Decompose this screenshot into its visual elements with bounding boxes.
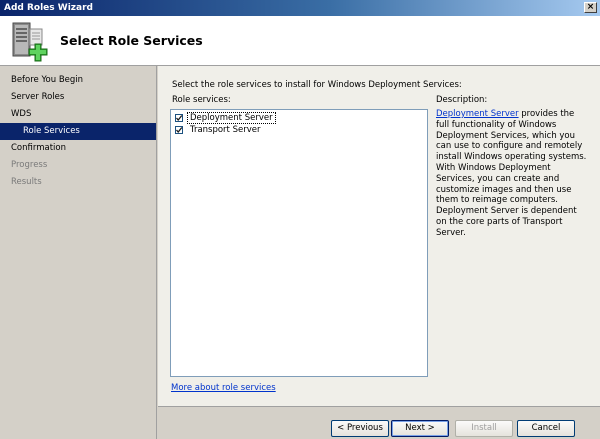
previous-button[interactable]: < Previous: [331, 420, 389, 437]
main-content: Select the role services to install for …: [158, 66, 600, 406]
description-body: provides the full functionality of Windo…: [436, 109, 587, 238]
list-item-deployment-server[interactable]: Deployment Server: [171, 112, 427, 124]
install-button: Install: [455, 420, 513, 437]
wizard-steps-nav: Before You Begin Server Roles WDS Role S…: [0, 66, 157, 439]
nav-item-results: Results: [11, 177, 42, 187]
nav-item-confirmation[interactable]: Confirmation: [0, 140, 156, 157]
window-title: Add Roles Wizard: [4, 3, 93, 13]
deployment-server-link[interactable]: Deployment Server: [436, 109, 519, 119]
deployment-server-label: Deployment Server: [187, 112, 276, 124]
checkmark-icon: [176, 115, 183, 122]
close-button[interactable]: ×: [584, 2, 597, 13]
transport-server-label: Transport Server: [190, 125, 261, 135]
wizard-header: Select Role Services: [0, 16, 600, 66]
nav-item-role-services[interactable]: Role Services: [0, 123, 156, 140]
page-title: Select Role Services: [60, 33, 203, 48]
nav-item-wds[interactable]: WDS: [0, 106, 156, 123]
title-bar: Add Roles Wizard ×: [0, 0, 600, 16]
next-button[interactable]: Next >: [391, 420, 449, 437]
description-label: Description:: [436, 95, 488, 105]
deployment-server-checkbox[interactable]: [175, 114, 183, 122]
cancel-button[interactable]: Cancel: [517, 420, 575, 437]
instruction-text: Select the role services to install for …: [172, 80, 462, 90]
server-roles-add-icon: [12, 22, 48, 62]
close-icon: ×: [586, 2, 595, 12]
nav-item-progress: Progress: [11, 160, 48, 170]
role-services-label: Role services:: [172, 95, 231, 105]
description-text: Deployment Server provides the full func…: [436, 109, 590, 239]
nav-item-server-roles[interactable]: Server Roles: [0, 89, 156, 106]
checkmark-icon: [176, 127, 183, 134]
role-services-list[interactable]: Deployment Server Transport Server: [170, 109, 428, 377]
more-about-role-services-link[interactable]: More about role services: [171, 383, 276, 393]
list-item-transport-server[interactable]: Transport Server: [171, 124, 427, 136]
nav-item-before-you-begin[interactable]: Before You Begin: [0, 72, 156, 89]
wizard-button-bar: < Previous Next > Install Cancel: [158, 406, 600, 439]
transport-server-checkbox[interactable]: [175, 126, 183, 134]
